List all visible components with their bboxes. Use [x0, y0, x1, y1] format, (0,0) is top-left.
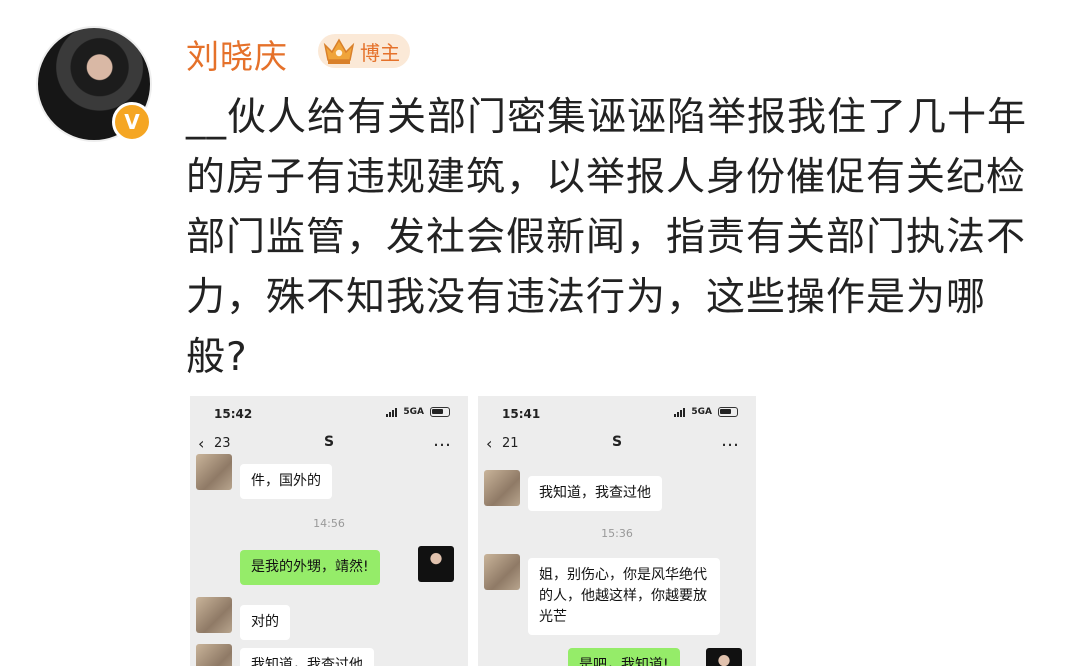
more-icon[interactable]: … [721, 430, 740, 451]
status-indicators: 5GA [386, 407, 450, 417]
message-bubble-mine: 是我的外甥，靖然! [240, 550, 380, 585]
message-bubble: 对的 [240, 605, 290, 640]
author-name[interactable]: 刘晓庆 [186, 30, 288, 78]
contact-avatar[interactable] [196, 454, 232, 490]
chat-screenshot-1[interactable]: 15:42 5GA ‹ 23 S … 件，国外的 14:56 是我的外甥，靖然!… [190, 396, 468, 666]
chat-title: S [323, 434, 335, 450]
chat-title: S [611, 434, 623, 450]
message-bubble: 我知道，我查过他 [240, 648, 374, 666]
badge-label: 博主 [360, 40, 400, 65]
blogger-badge: 博主 [318, 34, 410, 68]
status-bar: 15:42 5GA [190, 404, 468, 428]
message-bubble-mine: 是吧，我知道! [568, 648, 680, 666]
verified-icon: V [112, 102, 152, 142]
contact-avatar[interactable] [484, 470, 520, 506]
message-bubble: 姐，别伤心，你是风华绝代的人，他越这样，你越要放光芒 [528, 558, 720, 635]
crown-icon [323, 38, 355, 64]
message-timestamp: 15:36 [601, 527, 633, 540]
message-bubble: 件，国外的 [240, 464, 332, 499]
network-label: 5GA [691, 407, 712, 417]
battery-icon [430, 407, 450, 417]
chat-nav-bar: ‹ 23 S … [190, 430, 468, 458]
message-timestamp: 14:56 [313, 517, 345, 530]
contact-avatar[interactable] [196, 597, 232, 633]
battery-icon [718, 407, 738, 417]
contact-avatar[interactable] [484, 554, 520, 590]
signal-icon [674, 407, 686, 417]
signal-icon [386, 407, 398, 417]
post-text: __伙人给有关部门密集诬诬陷举报我住了几十年的房子有违规建筑，以举报人身份催促有… [186, 95, 1028, 380]
status-indicators: 5GA [674, 407, 738, 417]
chat-nav-bar: ‹ 21 S … [478, 430, 756, 458]
contact-avatar[interactable] [196, 644, 232, 666]
message-bubble: 我知道，我查过他 [528, 476, 662, 511]
my-avatar[interactable] [418, 546, 454, 582]
chat-screenshot-2[interactable]: 15:41 5GA ‹ 21 S … 我知道，我查过他 15:36 姐，别伤心，… [478, 396, 756, 666]
author-avatar-wrap[interactable]: V [36, 26, 152, 142]
more-icon[interactable]: … [433, 430, 452, 451]
status-bar: 15:41 5GA [478, 404, 756, 428]
status-time: 15:42 [214, 407, 253, 421]
my-avatar[interactable] [706, 648, 742, 666]
status-time: 15:41 [502, 407, 541, 421]
network-label: 5GA [403, 407, 424, 417]
